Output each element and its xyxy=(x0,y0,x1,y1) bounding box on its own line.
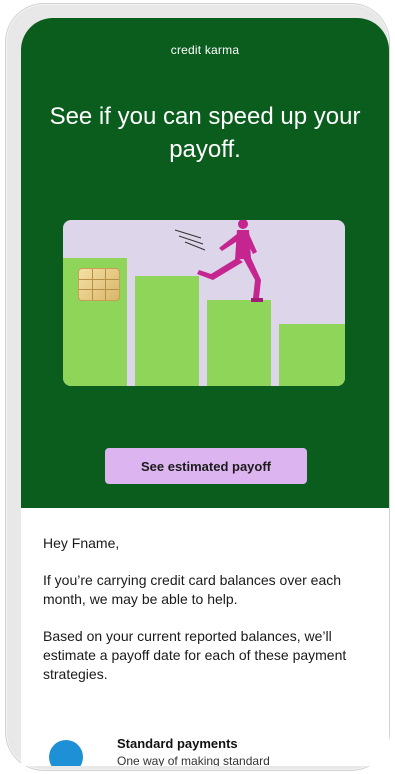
chip-icon xyxy=(78,268,120,301)
illustration-bar xyxy=(207,300,271,386)
email-screen: credit karma See if you can speed up you… xyxy=(21,18,389,766)
greeting: Hey Fname, xyxy=(43,535,120,551)
hero-illustration xyxy=(63,220,345,386)
illustration-bar xyxy=(279,324,345,386)
strategy-item: Standard payments One way of making stan… xyxy=(49,736,379,766)
strategy-icon xyxy=(49,740,83,766)
details-paragraph: Based on your current reported balances,… xyxy=(43,628,347,682)
strategy-description: One way of making standard xyxy=(117,754,270,766)
headline: See if you can speed up your payoff. xyxy=(49,103,361,164)
strategy-title: Standard payments xyxy=(117,736,238,751)
runner-figure xyxy=(174,220,263,302)
brand-logo: credit karma xyxy=(170,43,240,57)
intro-paragraph: If you’re carrying credit card balances … xyxy=(43,572,342,607)
see-estimated-payoff-button[interactable]: See estimated payoff xyxy=(105,448,307,484)
phone-frame: credit karma See if you can speed up you… xyxy=(6,4,389,770)
hero-banner: credit karma See if you can speed up you… xyxy=(21,18,389,508)
email-body: Hey Fname, If you’re carrying credit car… xyxy=(43,534,373,702)
